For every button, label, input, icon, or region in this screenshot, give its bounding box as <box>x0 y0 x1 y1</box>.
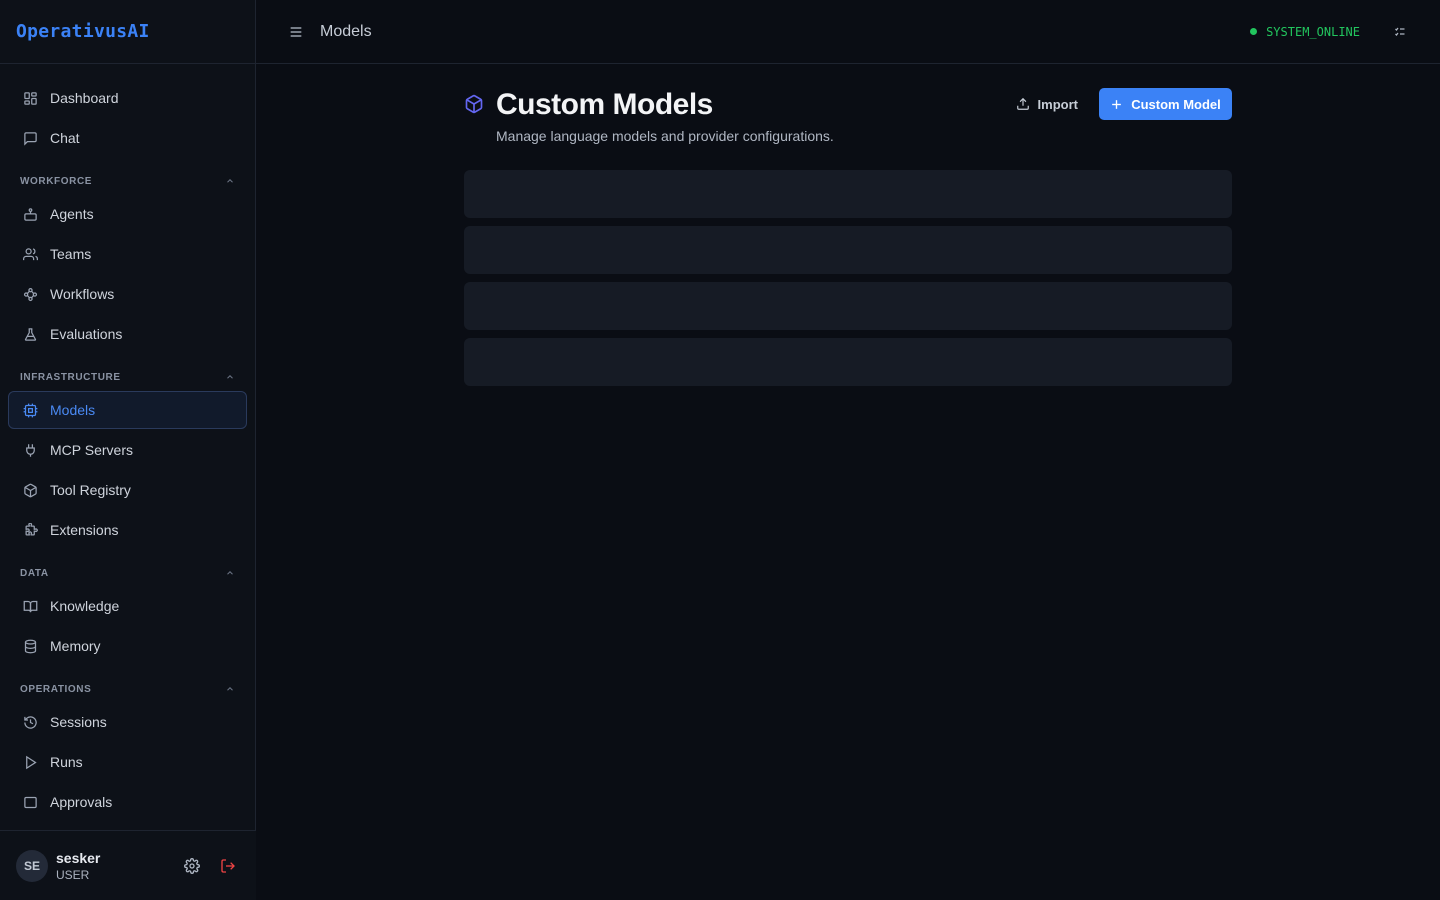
page-title: Custom Models <box>496 88 713 121</box>
flask-icon <box>22 326 38 342</box>
user-info: sesker USER <box>56 850 100 882</box>
gear-icon[interactable] <box>184 857 200 874</box>
sidebar-item-label: Memory <box>50 638 101 654</box>
skeleton-row <box>464 338 1232 386</box>
section-infrastructure[interactable]: INFRASTRUCTURE <box>8 367 247 387</box>
brand-logo[interactable]: OperativusAI <box>16 21 150 42</box>
section-title: WORKFORCE <box>20 175 93 187</box>
cpu-icon <box>22 402 38 418</box>
puzzle-icon <box>22 522 38 538</box>
dashboard-icon <box>22 90 38 106</box>
sidebar-item-chat[interactable]: Chat <box>8 119 247 157</box>
import-button[interactable]: Import <box>1014 88 1080 120</box>
skeleton-row <box>464 170 1232 218</box>
brand-header: OperativusAI <box>0 0 255 64</box>
sidebar: OperativusAI Dashboard Chat WORKFORCE Ag… <box>0 0 256 900</box>
sidebar-item-label: Sessions <box>50 714 107 730</box>
chevron-up-icon <box>227 571 233 575</box>
user-actions <box>184 857 236 874</box>
breadcrumb: Models <box>320 22 372 40</box>
panel-toggle-button[interactable] <box>1394 26 1406 38</box>
import-label: Import <box>1037 96 1078 112</box>
sidebar-item-tool-registry[interactable]: Tool Registry <box>8 471 247 509</box>
add-custom-model-button[interactable]: Custom Model <box>1099 88 1232 120</box>
section-title: DATA <box>20 567 49 579</box>
chevron-up-icon <box>227 687 233 691</box>
database-icon <box>22 638 38 654</box>
sidebar-item-extensions[interactable]: Extensions <box>8 511 247 549</box>
sidebar-item-agents[interactable]: Agents <box>8 195 247 233</box>
sidebar-item-label: Tool Registry <box>50 482 131 498</box>
skeleton-row <box>464 282 1232 330</box>
hamburger-icon <box>290 26 302 37</box>
section-data[interactable]: DATA <box>8 563 247 583</box>
sidebar-item-label: Workflows <box>50 286 115 302</box>
sidebar-item-label: Runs <box>50 754 83 770</box>
sidebar-item-teams[interactable]: Teams <box>8 235 247 273</box>
sidebar-item-label: Teams <box>50 246 92 262</box>
workflow-icon <box>22 286 38 302</box>
sidebar-item-knowledge[interactable]: Knowledge <box>8 587 247 625</box>
sidebar-item-memory[interactable]: Memory <box>8 627 247 665</box>
status-text: SYSTEM_ONLINE <box>1266 24 1360 39</box>
section-operations[interactable]: OPERATIONS <box>8 679 247 699</box>
sidebar-item-label: MCP Servers <box>50 442 133 458</box>
section-title: OPERATIONS <box>20 683 92 695</box>
status-dot-icon <box>1250 28 1258 35</box>
sidebar-item-label: Chat <box>50 130 80 146</box>
plus-icon <box>1112 99 1122 109</box>
sidebar-item-dashboard[interactable]: Dashboard <box>8 79 247 117</box>
sidebar-item-label: Dashboard <box>50 90 119 106</box>
book-icon <box>22 598 38 614</box>
inbox-icon <box>22 794 38 810</box>
history-icon <box>22 714 38 730</box>
sidebar-item-sessions[interactable]: Sessions <box>8 703 247 741</box>
main-content: Custom Models Manage language models and… <box>464 88 1232 394</box>
package-icon <box>22 482 38 498</box>
sidebar-item-label: Knowledge <box>50 598 120 614</box>
sidebar-item-label: Models <box>50 402 96 418</box>
bot-icon <box>22 206 38 222</box>
chevron-up-icon <box>227 375 233 379</box>
add-custom-model-label: Custom Model <box>1131 96 1221 112</box>
skeleton-row <box>464 226 1232 274</box>
page-header: Custom Models Manage language models and… <box>464 88 1232 148</box>
section-workforce[interactable]: WORKFORCE <box>8 171 247 191</box>
user-role: USER <box>56 867 90 882</box>
system-status: SYSTEM_ONLINE <box>1250 25 1360 39</box>
user-name: sesker <box>56 849 101 866</box>
users-icon <box>22 246 38 262</box>
sidebar-nav[interactable]: Dashboard Chat WORKFORCE Agents Teams Wo… <box>0 64 255 830</box>
sidebar-item-label: Extensions <box>50 522 119 538</box>
section-title: INFRASTRUCTURE <box>20 371 121 383</box>
chevron-up-icon <box>227 179 233 183</box>
plug-icon <box>22 442 38 458</box>
upload-icon <box>1016 97 1029 110</box>
sidebar-item-evaluations[interactable]: Evaluations <box>8 315 247 353</box>
sidebar-item-label: Agents <box>50 206 94 222</box>
user-panel: SE sesker USER <box>0 830 256 900</box>
sidebar-item-label: Approvals <box>50 794 113 810</box>
sidebar-item-models[interactable]: Models <box>8 391 247 429</box>
cube-icon <box>465 94 483 114</box>
sidebar-item-approvals[interactable]: Approvals <box>8 783 247 821</box>
logout-icon[interactable] <box>220 858 236 874</box>
avatar[interactable]: SE <box>16 849 48 882</box>
model-list-loading <box>464 170 1232 386</box>
chat-icon <box>22 130 38 146</box>
sidebar-item-workflows[interactable]: Workflows <box>8 275 247 313</box>
page-subtitle: Manage language models and provider conf… <box>496 128 834 144</box>
sidebar-item-mcp-servers[interactable]: MCP Servers <box>8 431 247 469</box>
play-icon <box>22 754 38 770</box>
sidebar-item-label: Evaluations <box>50 326 123 342</box>
list-check-icon <box>1395 27 1405 36</box>
menu-toggle-button[interactable] <box>288 24 304 40</box>
sidebar-item-runs[interactable]: Runs <box>8 743 247 781</box>
topbar: Models SYSTEM_ONLINE <box>256 0 1440 64</box>
